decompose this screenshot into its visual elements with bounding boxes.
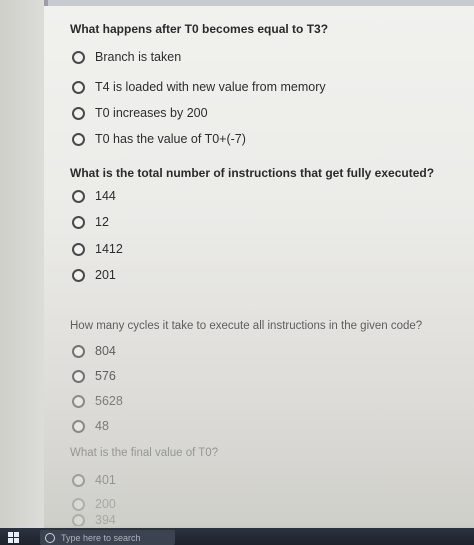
- radio-button-icon[interactable]: [72, 242, 85, 256]
- q1-option-1[interactable]: Branch is taken: [72, 49, 181, 65]
- q1-option-4[interactable]: T0 has the value of T0+(-7): [72, 131, 246, 147]
- search-icon: [45, 532, 55, 543]
- option-label: Branch is taken: [95, 50, 182, 64]
- q2-option-2[interactable]: 12: [72, 214, 109, 230]
- option-label: 200: [95, 497, 116, 511]
- q2-option-1[interactable]: 144: [72, 188, 116, 204]
- radio-button-icon[interactable]: [72, 497, 85, 511]
- radio-button-icon[interactable]: [72, 473, 85, 487]
- radio-button-icon[interactable]: [72, 514, 85, 526]
- option-label: T0 has the value of T0+(-7): [95, 132, 246, 146]
- radio-button-icon[interactable]: [72, 419, 85, 433]
- radio-button-icon[interactable]: [72, 106, 85, 120]
- radio-button-icon[interactable]: [72, 80, 85, 94]
- windows-taskbar: Type here to search: [0, 528, 474, 545]
- q2-option-4[interactable]: 201: [72, 267, 116, 283]
- q2-option-3[interactable]: 1412: [72, 241, 123, 257]
- q4-option-3[interactable]: 394: [72, 514, 116, 526]
- question-3-text: How many cycles it take to execute all i…: [70, 320, 423, 332]
- option-label: 144: [95, 189, 116, 203]
- q4-option-1[interactable]: 401: [72, 472, 116, 488]
- q3-option-2[interactable]: 576: [72, 368, 116, 384]
- windows-start-icon[interactable]: [8, 532, 19, 543]
- option-label: T0 increases by 200: [95, 106, 208, 120]
- option-label: T4 is loaded with new value from memory: [95, 80, 326, 94]
- option-label: 394: [95, 514, 116, 526]
- left-margin: [0, 0, 44, 545]
- option-label: 201: [95, 268, 116, 282]
- option-label: 401: [95, 473, 116, 487]
- option-label: 576: [95, 369, 116, 383]
- option-label: 5628: [95, 394, 123, 408]
- search-placeholder: Type here to search: [61, 532, 141, 543]
- q3-option-4[interactable]: 48: [72, 418, 109, 434]
- radio-button-icon[interactable]: [72, 344, 85, 358]
- question-4-text: What is the final value of T0?: [70, 447, 219, 459]
- radio-button-icon[interactable]: [72, 189, 85, 203]
- q3-option-3[interactable]: 5628: [72, 393, 123, 409]
- option-label: 1412: [95, 242, 123, 256]
- question-2-text: What is the total number of instructions…: [70, 166, 435, 180]
- radio-button-icon[interactable]: [72, 394, 85, 408]
- q3-option-1[interactable]: 804: [72, 343, 116, 359]
- radio-button-icon[interactable]: [72, 268, 85, 282]
- radio-button-icon[interactable]: [72, 132, 85, 146]
- option-label: 12: [95, 215, 109, 229]
- radio-button-icon[interactable]: [72, 215, 85, 229]
- taskbar-search-input[interactable]: Type here to search: [40, 530, 175, 545]
- radio-button-icon[interactable]: [72, 50, 85, 64]
- radio-button-icon[interactable]: [72, 369, 85, 383]
- option-label: 48: [95, 419, 109, 433]
- question-1-text: What happens after T0 becomes equal to T…: [70, 22, 329, 36]
- q1-option-3[interactable]: T0 increases by 200: [72, 105, 208, 121]
- q4-option-2[interactable]: 200: [72, 496, 116, 512]
- q1-option-2[interactable]: T4 is loaded with new value from memory: [72, 79, 326, 95]
- option-label: 804: [95, 344, 116, 358]
